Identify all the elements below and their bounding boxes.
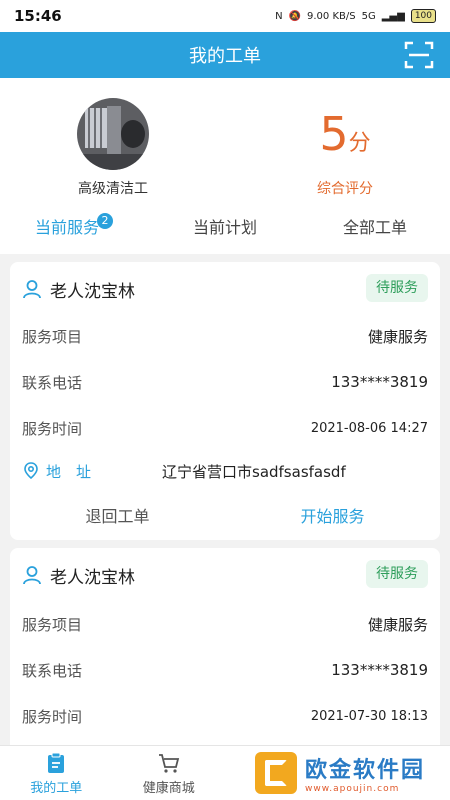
person-icon [23, 566, 41, 585]
watermark-logo: 欧金软件园 www.apoujin.com [255, 750, 445, 796]
order-card[interactable]: 老人沈宝林 待服务 服务项目 健康服务 联系电话 133****3819 服务时… [10, 262, 440, 540]
phone-row: 联系电话 133****3819 [22, 656, 428, 684]
nav-label: 我的工单 [30, 781, 83, 796]
watermark-text: 欧金软件园 www.apoujin.com [305, 752, 425, 794]
avatar[interactable] [77, 98, 149, 170]
tab-all-orders[interactable]: 全部工单 [300, 210, 450, 250]
order-card[interactable]: 老人沈宝林 待服务 服务项目 健康服务 联系电话 133****3819 服务时… [10, 548, 440, 768]
status-badge: 待服务 [366, 560, 428, 588]
phone-row: 联系电话 133****3819 [22, 368, 428, 396]
card-header: 老人沈宝林 待服务 [22, 560, 428, 590]
phone-value[interactable]: 133****3819 [331, 373, 428, 391]
profile-panel: 高级清洁工 5分 综合评分 当前服务 2 当前计划 全部工单 [0, 78, 450, 254]
address-label-text: 地 址 [46, 462, 92, 481]
service-item-value: 健康服务 [367, 615, 428, 634]
page-title: 我的工单 [189, 46, 261, 67]
tab-label: 当前服务 [34, 218, 99, 237]
phone-label: 联系电话 [22, 373, 83, 392]
role-label: 高级清洁工 [78, 181, 148, 197]
status-badge: 待服务 [366, 274, 428, 302]
elder-name: 老人沈宝林 [50, 281, 135, 302]
order-tabs: 当前服务 2 当前计划 全部工单 [0, 210, 450, 250]
service-item-value: 健康服务 [367, 327, 428, 346]
tab-label: 当前计划 [192, 218, 257, 237]
score-value: 5 [319, 107, 349, 161]
score-label: 综合评分 [317, 181, 373, 197]
return-order-button[interactable]: 退回工单 [10, 502, 225, 532]
service-item-row: 服务项目 健康服务 [22, 610, 428, 638]
battery-icon: 100 [410, 9, 436, 23]
cart-icon [158, 754, 179, 773]
tab-label: 全部工单 [342, 218, 407, 237]
phone-label: 联系电话 [22, 661, 83, 680]
status-icons: N 🔕 9.00 KB/S 5G ▂▄▆ 100 [275, 9, 436, 23]
nfc-icon: N [275, 10, 283, 22]
nav-label: 健康商城 [142, 781, 195, 796]
watermark-sub: www.apoujin.com [305, 784, 400, 794]
status-time: 15:46 [14, 7, 62, 25]
score-display: 5分 [290, 108, 400, 160]
elder-name: 老人沈宝林 [50, 567, 135, 588]
nav-my-orders[interactable]: 我的工单 [0, 746, 113, 800]
address-value: 辽宁省营口市sadfsasfasdf [162, 462, 346, 481]
app-header: 我的工单 [0, 32, 450, 78]
score-unit: 分 [348, 131, 371, 156]
scan-icon[interactable] [404, 41, 434, 69]
status-bar: 15:46 N 🔕 9.00 KB/S 5G ▂▄▆ 100 [0, 0, 450, 32]
service-item-label: 服务项目 [22, 615, 83, 634]
service-time-label: 服务时间 [22, 419, 83, 438]
address-row: 地 址 辽宁省营口市sadfsasfasdf [22, 457, 428, 485]
mute-icon: 🔕 [288, 10, 302, 22]
nav-health-mall[interactable]: 健康商城 [113, 746, 226, 800]
tab-current-service[interactable]: 当前服务 2 [0, 210, 150, 250]
service-item-row: 服务项目 健康服务 [22, 322, 428, 350]
clipboard-icon [48, 752, 65, 773]
address-label: 地 址 [22, 461, 162, 482]
service-time-row: 服务时间 2021-08-06 14:27 [22, 414, 428, 442]
signal-icon: ▂▄▆ [381, 10, 405, 22]
net-speed: 9.00 KB/S [307, 10, 356, 22]
tab-badge: 2 [97, 213, 113, 229]
service-item-label: 服务项目 [22, 327, 83, 346]
watermark-logo-icon [255, 752, 297, 794]
phone-value[interactable]: 133****3819 [331, 661, 428, 679]
card-header: 老人沈宝林 待服务 [22, 274, 428, 304]
signal-label: 5G [361, 10, 376, 22]
service-time-row: 服务时间 2021-07-30 18:13 [22, 702, 428, 730]
service-time-value: 2021-07-30 18:13 [310, 708, 428, 724]
watermark-title: 欧金软件园 [305, 758, 426, 783]
start-service-button[interactable]: 开始服务 [225, 502, 440, 532]
service-time-value: 2021-08-06 14:27 [310, 420, 428, 436]
person-icon [23, 280, 41, 299]
card-actions: 退回工单 开始服务 [10, 502, 440, 532]
service-time-label: 服务时间 [22, 707, 83, 726]
location-icon [24, 462, 38, 480]
tab-current-plan[interactable]: 当前计划 [150, 210, 300, 250]
